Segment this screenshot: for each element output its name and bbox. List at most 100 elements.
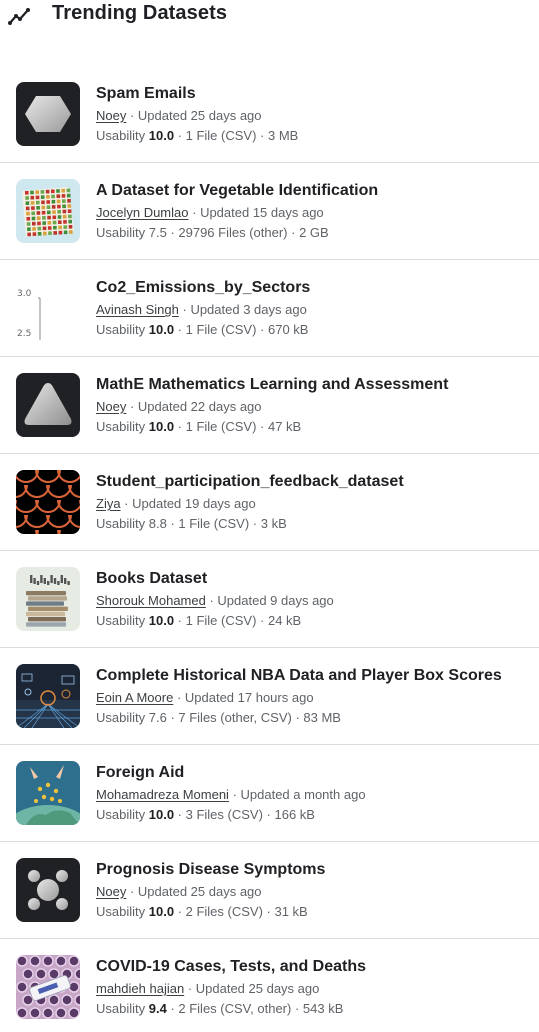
dataset-byline: Avinash Singh · Updated 3 days ago xyxy=(96,302,307,317)
separator: · xyxy=(256,128,268,143)
separator: · xyxy=(166,516,179,531)
dataset-row[interactable]: MathE Mathematics Learning and Assessmen… xyxy=(0,357,539,454)
dataset-author-link[interactable]: Eoin A Moore xyxy=(96,690,173,705)
dataset-author-link[interactable]: Noey xyxy=(96,108,126,123)
usability-label: Usability xyxy=(96,710,146,725)
dataset-title[interactable]: Spam Emails xyxy=(96,85,196,103)
dataset-title[interactable]: Student_participation_feedback_dataset xyxy=(96,473,404,491)
dataset-size: 83 MB xyxy=(303,710,341,725)
usability-label: Usability xyxy=(96,322,146,337)
dataset-byline: Noey · Updated 25 days ago xyxy=(96,884,262,899)
usability-score: 7.6 xyxy=(148,710,167,725)
dataset-title[interactable]: COVID-19 Cases, Tests, and Deaths xyxy=(96,958,366,976)
dataset-row[interactable]: Books Dataset Shorouk Mohamed · Updated … xyxy=(0,551,539,648)
usability-score: 10.0 xyxy=(148,904,175,919)
dataset-title[interactable]: Foreign Aid xyxy=(96,764,184,782)
dataset-size: 47 kB xyxy=(267,419,302,434)
separator: · xyxy=(287,225,300,240)
dataset-row[interactable]: A Dataset for Vegetable Identification J… xyxy=(0,163,539,260)
dataset-size: 543 kB xyxy=(302,1001,344,1016)
dataset-row[interactable]: Spam Emails Noey · Updated 25 days ago U… xyxy=(0,66,539,163)
dataset-row[interactable]: 3.0 2.5 Co2_Emissions_by_Sectors Avinash… xyxy=(0,260,539,357)
dataset-title[interactable]: Prognosis Disease Symptoms xyxy=(96,861,325,879)
dataset-author-link[interactable]: Jocelyn Dumlao xyxy=(96,205,189,220)
dataset-row[interactable]: Prognosis Disease Symptoms Noey · Update… xyxy=(0,842,539,939)
dataset-author-link[interactable]: Noey xyxy=(96,884,126,899)
separator: · xyxy=(262,904,275,919)
dataset-thumbnail[interactable] xyxy=(16,858,80,922)
separator: · xyxy=(174,807,186,822)
dataset-author-link[interactable]: Ziya xyxy=(96,496,121,511)
dataset-title[interactable]: Books Dataset xyxy=(96,570,207,588)
dataset-size: 3 MB xyxy=(267,128,299,143)
dataset-row[interactable]: Complete Historical NBA Data and Player … xyxy=(0,648,539,745)
separator: · xyxy=(174,613,186,628)
dataset-author-link[interactable]: Avinash Singh xyxy=(96,302,179,317)
dataset-stats: Usability 10.0 · 1 File (CSV) · 47 kB xyxy=(96,419,301,434)
dataset-thumbnail[interactable] xyxy=(16,470,80,534)
dataset-row[interactable]: COVID-19 Cases, Tests, and Deaths mahdie… xyxy=(0,939,539,1032)
dataset-byline: Ziya · Updated 19 days ago xyxy=(96,496,256,511)
dataset-thumbnail[interactable] xyxy=(16,82,80,146)
separator: · xyxy=(126,108,138,123)
dataset-title[interactable]: Co2_Emissions_by_Sectors xyxy=(96,279,310,297)
separator: · xyxy=(291,710,304,725)
dataset-byline: Noey · Updated 25 days ago xyxy=(96,108,262,123)
dataset-thumbnail[interactable] xyxy=(16,179,80,243)
dataset-title[interactable]: MathE Mathematics Learning and Assessmen… xyxy=(96,376,448,394)
usability-score: 8.8 xyxy=(148,516,167,531)
dataset-row[interactable]: Foreign Aid Mohamadreza Momeni · Updated… xyxy=(0,745,539,842)
dataset-thumbnail[interactable] xyxy=(16,761,80,825)
dataset-title[interactable]: A Dataset for Vegetable Identification xyxy=(96,182,378,200)
separator: · xyxy=(126,884,138,899)
usability-score: 10.0 xyxy=(148,807,175,822)
separator: · xyxy=(126,399,138,414)
dataset-updated: Updated a month ago xyxy=(240,787,366,802)
dataset-title[interactable]: Complete Historical NBA Data and Player … xyxy=(96,667,502,685)
dataset-stats: Usability 10.0 · 1 File (CSV) · 24 kB xyxy=(96,613,301,628)
thumb-axis-label-bottom: 2.5 xyxy=(17,329,31,339)
dataset-byline: Shorouk Mohamed · Updated 9 days ago xyxy=(96,593,334,608)
dataset-thumbnail[interactable] xyxy=(16,567,80,631)
usability-score: 10.0 xyxy=(148,128,175,143)
dataset-updated: Updated 19 days ago xyxy=(132,496,256,511)
dataset-files: 1 File (CSV) xyxy=(185,322,257,337)
dataset-stats: Usability 10.0 · 2 Files (CSV) · 31 kB xyxy=(96,904,308,919)
dataset-row[interactable]: Student_participation_feedback_dataset Z… xyxy=(0,454,539,551)
dataset-author-link[interactable]: Mohamadreza Momeni xyxy=(96,787,229,802)
dataset-thumbnail[interactable] xyxy=(16,664,80,728)
dataset-size: 3 kB xyxy=(260,516,287,531)
dataset-files: 2 Files (CSV, other) xyxy=(178,1001,292,1016)
dataset-list: Spam Emails Noey · Updated 25 days ago U… xyxy=(0,66,539,1032)
separator: · xyxy=(174,322,186,337)
dataset-updated: Updated 17 hours ago xyxy=(184,690,314,705)
separator: · xyxy=(256,322,268,337)
usability-label: Usability xyxy=(96,904,146,919)
dataset-byline: mahdieh hajian · Updated 25 days ago xyxy=(96,981,319,996)
separator: · xyxy=(166,710,179,725)
dataset-thumbnail[interactable] xyxy=(16,955,80,1019)
dataset-files: 1 File (CSV) xyxy=(185,128,257,143)
dataset-author-link[interactable]: Noey xyxy=(96,399,126,414)
usability-score: 7.5 xyxy=(148,225,167,240)
thumb-axis-label-top: 3.0 xyxy=(17,289,32,299)
dataset-updated: Updated 25 days ago xyxy=(195,981,320,996)
dataset-updated: Updated 22 days ago xyxy=(137,399,262,414)
dataset-stats: Usability 10.0 · 1 File (CSV) · 3 MB xyxy=(96,128,298,143)
usability-label: Usability xyxy=(96,807,146,822)
dataset-byline: Eoin A Moore · Updated 17 hours ago xyxy=(96,690,314,705)
separator: · xyxy=(174,904,186,919)
dataset-author-link[interactable]: Shorouk Mohamed xyxy=(96,593,206,608)
dataset-author-link[interactable]: mahdieh hajian xyxy=(96,981,184,996)
dataset-files: 3 Files (CSV) xyxy=(185,807,263,822)
usability-score: 9.4 xyxy=(148,1001,167,1016)
dataset-thumbnail[interactable] xyxy=(16,373,80,437)
separator: · xyxy=(205,593,218,608)
usability-score: 10.0 xyxy=(148,322,175,337)
separator: · xyxy=(188,205,201,220)
usability-label: Usability xyxy=(96,225,146,240)
dataset-size: 31 kB xyxy=(274,904,308,919)
dataset-byline: Noey · Updated 22 days ago xyxy=(96,399,262,414)
dataset-stats: Usability 7.6 · 7 Files (other, CSV) · 8… xyxy=(96,710,341,725)
dataset-thumbnail[interactable]: 3.0 2.5 xyxy=(16,276,80,340)
